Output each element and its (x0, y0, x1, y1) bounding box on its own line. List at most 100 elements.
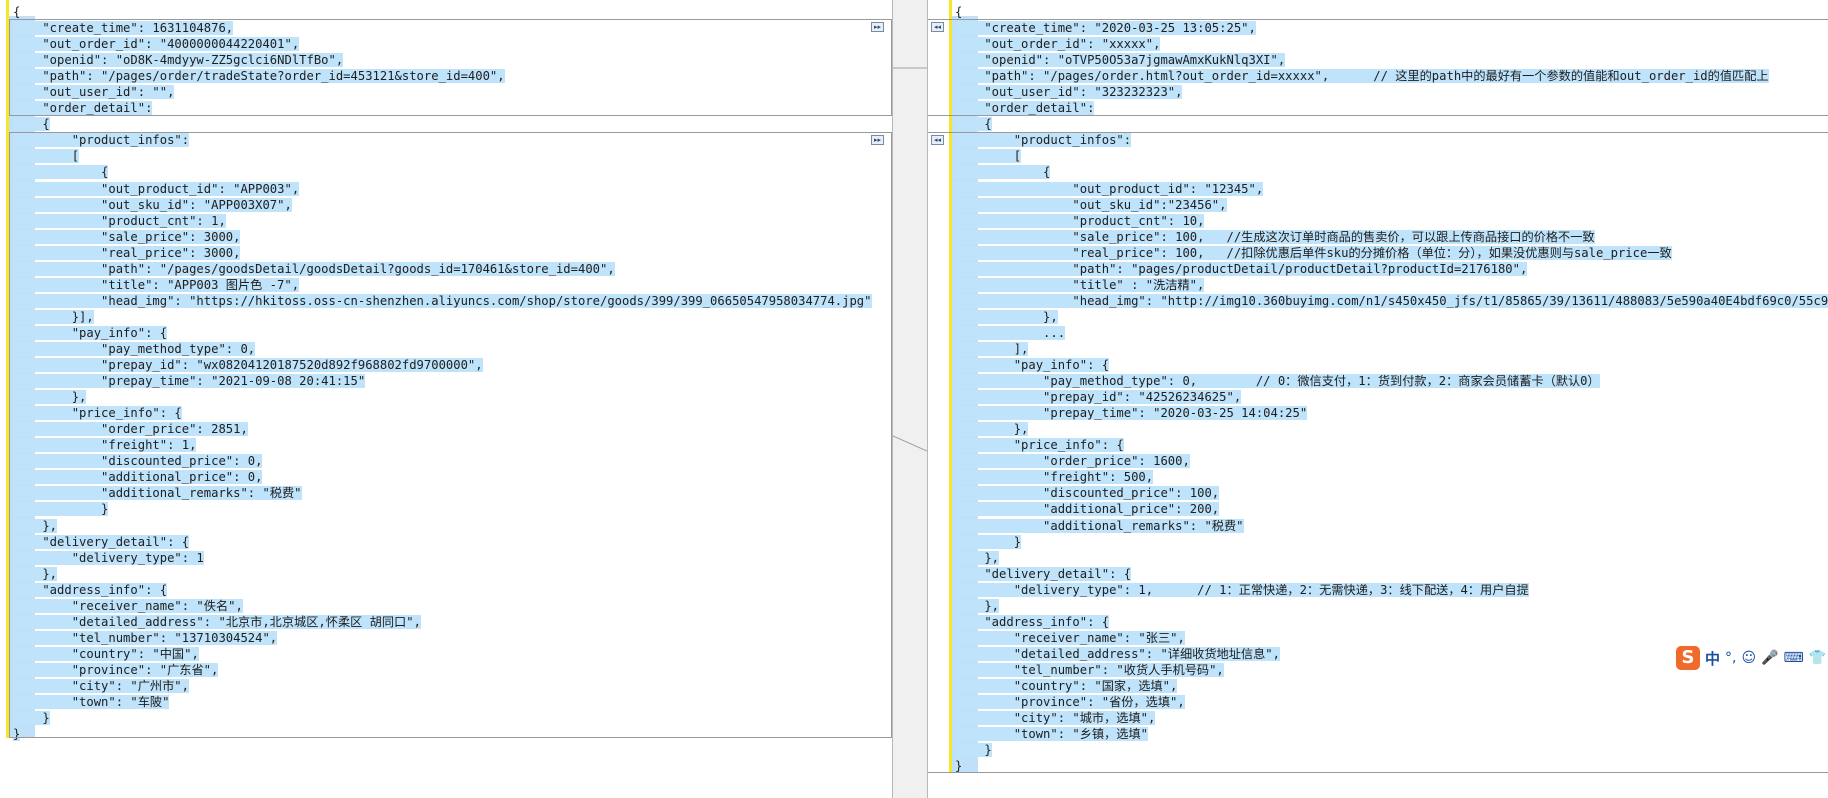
code-line[interactable]: "address_info": { (13, 582, 872, 598)
code-line[interactable]: "pay_info": { (13, 325, 872, 341)
code-line[interactable]: "price_info": { (13, 405, 872, 421)
code-line[interactable]: ... (955, 325, 1828, 341)
code-line[interactable]: "country": "中国", (13, 646, 872, 662)
code-line[interactable]: }], (13, 309, 872, 325)
copy-to-right-button[interactable]: ▸▸ (871, 135, 884, 145)
code-line[interactable]: } (13, 710, 872, 726)
punctuation-icon[interactable]: °, (1725, 650, 1736, 666)
code-line[interactable]: "address_info": { (955, 614, 1828, 630)
code-line[interactable]: "order_price": 2851, (13, 421, 872, 437)
code-line[interactable]: "out_order_id": "xxxxx", (955, 36, 1828, 52)
code-line[interactable]: "prepay_id": "42526234625", (955, 389, 1828, 405)
code-line[interactable]: "order_detail": (13, 100, 872, 116)
left-editor-pane[interactable]: { "create_time": 1631104876, "out_order_… (0, 0, 893, 798)
code-line[interactable]: { (13, 164, 872, 180)
code-line[interactable]: "town": "车陂" (13, 694, 872, 710)
code-line[interactable]: "product_infos": (955, 132, 1828, 148)
code-line[interactable]: "price_info": { (955, 437, 1828, 453)
microphone-icon[interactable]: 🎤 (1761, 650, 1778, 666)
code-line[interactable]: "delivery_type": 1, // 1：正常快递，2：无需快递，3：线… (955, 582, 1828, 598)
right-editor-pane[interactable]: { "create_time": "2020-03-25 13:05:25", … (927, 0, 1828, 798)
code-line[interactable]: { (955, 164, 1828, 180)
code-line[interactable]: "out_product_id": "APP003", (13, 181, 872, 197)
code-line[interactable]: "out_product_id": "12345", (955, 181, 1828, 197)
code-line[interactable]: "delivery_type": 1 (13, 550, 872, 566)
code-line[interactable]: "real_price": 100, //扣除优惠后单件sku的分摊价格（单位：… (955, 245, 1828, 261)
code-line[interactable]: "prepay_time": "2021-09-08 20:41:15" (13, 373, 872, 389)
code-line[interactable]: "prepay_id": "wx08204120187520d892f96880… (13, 357, 872, 373)
code-line[interactable]: ], (955, 341, 1828, 357)
code-line[interactable]: "real_price": 3000, (13, 245, 872, 261)
code-line[interactable]: "city": "城市，选填", (955, 710, 1828, 726)
code-line[interactable]: "out_user_id": "", (13, 84, 872, 100)
code-line[interactable]: }, (955, 309, 1828, 325)
code-line[interactable]: "product_infos": (13, 132, 872, 148)
code-line[interactable]: "head_img": "http://img10.360buyimg.com/… (955, 293, 1828, 309)
code-line[interactable]: "title": "APP003 图片色 -7", (13, 277, 872, 293)
code-line[interactable]: }, (13, 518, 872, 534)
code-line[interactable]: "discounted_price": 0, (13, 453, 872, 469)
code-line[interactable]: "openid": "oTVP50O53a7jgmawAmxKukNlq3XI"… (955, 52, 1828, 68)
code-line[interactable]: }, (955, 550, 1828, 566)
code-line[interactable]: "receiver_name": "佚名", (13, 598, 872, 614)
code-line[interactable]: "path": "/pages/order/tradeState?order_i… (13, 68, 872, 84)
code-line[interactable]: "openid": "oD8K-4mdyyw-ZZ5gclci6NDlTfBo"… (13, 52, 872, 68)
code-line[interactable]: "additional_price": 200, (955, 501, 1828, 517)
skin-icon[interactable]: 👕 (1809, 650, 1826, 666)
code-line[interactable]: } (955, 758, 1828, 774)
code-line[interactable]: "product_cnt": 1, (13, 213, 872, 229)
code-line[interactable]: "product_cnt": 10, (955, 213, 1828, 229)
code-line[interactable]: "country": "国家，选填", (955, 678, 1828, 694)
code-line[interactable]: "path": "/pages/order.html?out_order_id=… (955, 68, 1828, 84)
code-line[interactable]: "detailed_address": "北京市,北京城区,怀柔区 胡同口", (13, 614, 872, 630)
code-line[interactable]: "delivery_detail": { (955, 566, 1828, 582)
code-line[interactable]: "additional_remarks": "税费" (955, 518, 1828, 534)
code-line[interactable]: "sale_price": 100, //生成这次订单时商品的售卖价，可以跟上传… (955, 229, 1828, 245)
ime-toolbar[interactable]: S 中 °, ☺ 🎤 ⌨ 👕 (1672, 644, 1828, 672)
code-line[interactable]: "head_img": "https://hkitoss.oss-cn-shen… (13, 293, 872, 309)
code-line[interactable]: [ (955, 148, 1828, 164)
copy-to-left-button[interactable]: ◂◂ (931, 22, 944, 32)
code-line[interactable]: "freight": 1, (13, 437, 872, 453)
code-line[interactable]: "town": "乡镇，选填" (955, 726, 1828, 742)
code-line[interactable]: } (13, 501, 872, 517)
code-line[interactable]: "additional_price": 0, (13, 469, 872, 485)
code-line[interactable]: "create_time": 1631104876, (13, 20, 872, 36)
code-line[interactable]: }, (955, 421, 1828, 437)
code-line[interactable]: "path": "pages/productDetail/productDeta… (955, 261, 1828, 277)
code-line[interactable]: "prepay_time": "2020-03-25 14:04:25" (955, 405, 1828, 421)
emoji-icon[interactable]: ☺ (1741, 650, 1756, 666)
code-line[interactable]: "province": "省份，选填", (955, 694, 1828, 710)
code-line[interactable]: [ (13, 148, 872, 164)
code-line[interactable]: "pay_info": { (955, 357, 1828, 373)
code-line[interactable]: "order_price": 1600, (955, 453, 1828, 469)
code-line[interactable]: "out_sku_id":"23456", (955, 197, 1828, 213)
code-line[interactable]: "province": "广东省", (13, 662, 872, 678)
code-line[interactable]: "delivery_detail": { (13, 534, 872, 550)
code-line[interactable]: "out_sku_id": "APP003X07", (13, 197, 872, 213)
code-line[interactable]: } (13, 726, 872, 742)
code-line[interactable]: "path": "/pages/goodsDetail/goodsDetail?… (13, 261, 872, 277)
code-line[interactable]: "pay_method_type": 0, // 0：微信支付，1：货到付款，2… (955, 373, 1828, 389)
code-line[interactable]: "freight": 500, (955, 469, 1828, 485)
code-line[interactable]: "title" : "洗洁精", (955, 277, 1828, 293)
copy-to-left-button[interactable]: ◂◂ (931, 135, 944, 145)
code-line[interactable]: { (13, 4, 872, 20)
code-line[interactable]: "pay_method_type": 0, (13, 341, 872, 357)
sogou-logo-icon[interactable]: S (1676, 646, 1700, 670)
left-code-view[interactable]: { "create_time": 1631104876, "out_order_… (13, 4, 872, 742)
code-line[interactable]: { (13, 116, 872, 132)
code-line[interactable]: { (955, 116, 1828, 132)
code-line[interactable]: "out_order_id": "4000000044220401", (13, 36, 872, 52)
code-line[interactable]: } (955, 534, 1828, 550)
code-line[interactable]: "create_time": "2020-03-25 13:05:25", (955, 20, 1828, 36)
code-line[interactable]: { (955, 4, 1828, 20)
code-line[interactable]: }, (955, 598, 1828, 614)
code-line[interactable]: "out_user_id": "323232323", (955, 84, 1828, 100)
keyboard-icon[interactable]: ⌨ (1784, 650, 1804, 666)
code-line[interactable]: "tel_number": "13710304524", (13, 630, 872, 646)
code-line[interactable]: }, (13, 566, 872, 582)
code-line[interactable]: "discounted_price": 100, (955, 485, 1828, 501)
code-line[interactable]: }, (13, 389, 872, 405)
code-line[interactable]: "order_detail": (955, 100, 1828, 116)
